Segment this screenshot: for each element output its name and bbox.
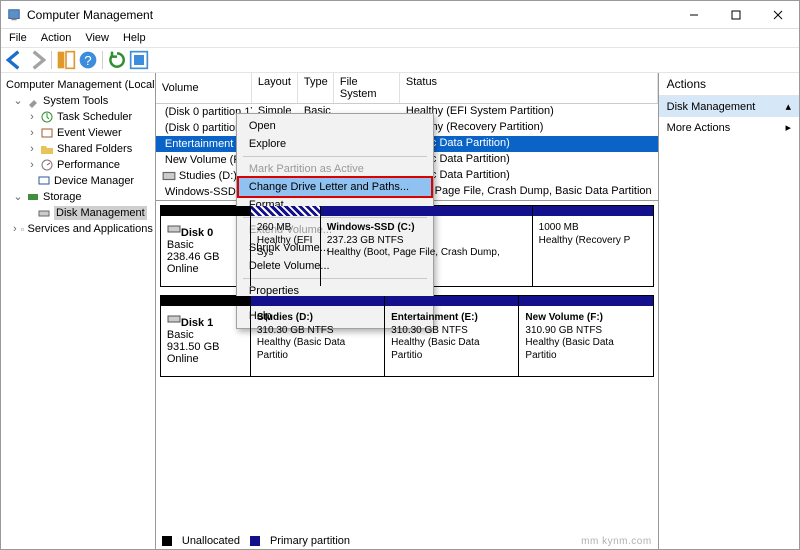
- tree-event-viewer[interactable]: ›Event Viewer: [3, 125, 153, 141]
- clock-icon: [40, 110, 54, 124]
- partition[interactable]: Studies (D:)310.30 GB NTFSHealthy (Basic…: [251, 296, 385, 376]
- event-icon: [40, 126, 54, 140]
- toolbar: ?: [1, 47, 799, 73]
- expand-icon[interactable]: ›: [27, 126, 37, 140]
- tree-disk-management[interactable]: Disk Management: [3, 205, 153, 221]
- folder-icon: [40, 142, 54, 156]
- window-title: Computer Management: [27, 8, 673, 22]
- disk-header[interactable]: Disk 1 Basic 931.50 GB Online: [161, 296, 251, 376]
- expand-icon[interactable]: ›: [27, 110, 37, 124]
- svg-text:?: ?: [84, 53, 91, 68]
- gauge-icon: [40, 158, 54, 172]
- actions-title: Actions: [659, 73, 799, 96]
- watermark: mm kynm.com: [581, 536, 652, 547]
- disk-header[interactable]: Disk 0 Basic 238.46 GB Online: [161, 206, 251, 286]
- partition[interactable]: 1000 MBHealthy (Recovery P: [533, 206, 653, 286]
- forward-button[interactable]: [27, 50, 47, 70]
- actions-pane: Actions Disk Management▴ More Actions▸: [658, 73, 799, 549]
- menu-bar: File Action View Help: [1, 29, 799, 47]
- close-button[interactable]: [757, 1, 799, 29]
- show-hide-tree-button[interactable]: [56, 50, 76, 70]
- main-panel: Volume Layout Type File System Status (D…: [156, 73, 658, 549]
- actions-more[interactable]: More Actions▸: [659, 117, 799, 138]
- expand-icon[interactable]: ›: [27, 142, 37, 156]
- volume-icon: [162, 169, 176, 183]
- app-icon: [7, 8, 21, 22]
- chevron-right-icon: ▸: [785, 121, 791, 134]
- toolbar-separator: [51, 51, 52, 69]
- disk-0[interactable]: Disk 0 Basic 238.46 GB Online 260 MBHeal…: [160, 205, 654, 287]
- expand-icon[interactable]: ›: [13, 222, 17, 236]
- partition[interactable]: New Volume (F:)310.90 GB NTFSHealthy (Ba…: [519, 296, 652, 376]
- col-filesystem[interactable]: File System: [334, 73, 400, 103]
- ctx-change-drive-letter[interactable]: Change Drive Letter and Paths...: [239, 178, 431, 196]
- toolbar-separator: [102, 51, 103, 69]
- tree-task-scheduler[interactable]: ›Task Scheduler: [3, 109, 153, 125]
- chevron-up-icon: ▴: [785, 100, 791, 113]
- help-button[interactable]: ?: [78, 50, 98, 70]
- tree-services[interactable]: ›Services and Applications: [3, 221, 153, 237]
- navigation-tree[interactable]: Computer Management (Local) ⌄System Tool…: [1, 73, 156, 549]
- menu-action[interactable]: Action: [41, 32, 72, 44]
- services-icon: [20, 222, 25, 236]
- tree-storage[interactable]: ⌄Storage: [3, 189, 153, 205]
- title-bar: Computer Management: [1, 1, 799, 29]
- tree-performance[interactable]: ›Performance: [3, 157, 153, 173]
- back-button[interactable]: [5, 50, 25, 70]
- actions-disk-management[interactable]: Disk Management▴: [659, 96, 799, 117]
- context-menu-separator: [243, 156, 427, 157]
- collapse-icon[interactable]: ⌄: [13, 94, 23, 108]
- partition[interactable]: 260 MBHealthy (EFI Sys: [251, 206, 321, 286]
- col-status[interactable]: Status: [400, 73, 658, 103]
- disk-1[interactable]: Disk 1 Basic 931.50 GB Online Studies (D…: [160, 295, 654, 377]
- menu-view[interactable]: View: [85, 32, 109, 44]
- storage-icon: [26, 190, 40, 204]
- menu-file[interactable]: File: [9, 32, 27, 44]
- ctx-open[interactable]: Open: [239, 117, 431, 135]
- tree-system-tools[interactable]: ⌄System Tools: [3, 93, 153, 109]
- legend-swatch-primary: [250, 536, 260, 546]
- disk-icon: [167, 222, 181, 236]
- disk-icon: [167, 312, 181, 326]
- ctx-explore[interactable]: Explore: [239, 135, 431, 153]
- col-type[interactable]: Type: [298, 73, 334, 103]
- maximize-button[interactable]: [715, 1, 757, 29]
- refresh-button[interactable]: [107, 50, 127, 70]
- disk-icon: [37, 206, 51, 220]
- expand-icon[interactable]: ›: [27, 158, 37, 172]
- tree-shared-folders[interactable]: ›Shared Folders: [3, 141, 153, 157]
- menu-help[interactable]: Help: [123, 32, 146, 44]
- tree-root[interactable]: Computer Management (Local): [3, 77, 153, 93]
- ctx-mark-active: Mark Partition as Active: [239, 160, 431, 178]
- volume-list-header: Volume Layout Type File System Status: [156, 73, 658, 104]
- wrench-icon: [26, 94, 40, 108]
- settings-button[interactable]: [129, 50, 149, 70]
- partition[interactable]: Entertainment (E:)310.30 GB NTFSHealthy …: [385, 296, 519, 376]
- disk-layout: Disk 0 Basic 238.46 GB Online 260 MBHeal…: [156, 201, 658, 549]
- legend-swatch-unallocated: [162, 536, 172, 546]
- col-volume[interactable]: Volume: [156, 73, 252, 103]
- partition[interactable]: Windows-SSD (C:)237.23 GB NTFSHealthy (B…: [321, 206, 533, 286]
- col-layout[interactable]: Layout: [252, 73, 298, 103]
- minimize-button[interactable]: [673, 1, 715, 29]
- device-icon: [37, 174, 51, 188]
- tree-device-manager[interactable]: Device Manager: [3, 173, 153, 189]
- legend: Unallocated Primary partition: [162, 535, 350, 547]
- collapse-icon[interactable]: ⌄: [13, 190, 23, 204]
